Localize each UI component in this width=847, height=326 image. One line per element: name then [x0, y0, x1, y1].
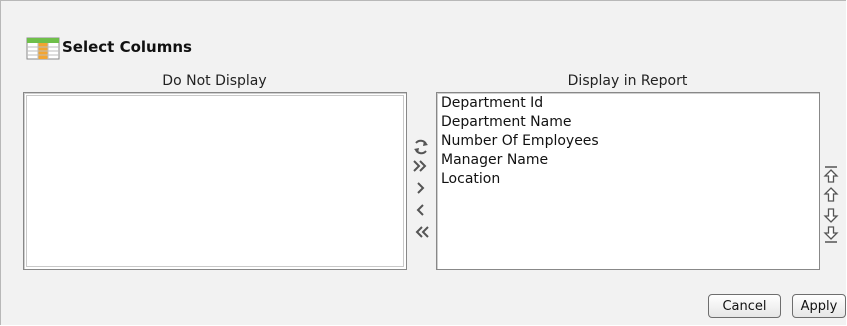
move-up-button[interactable] [821, 185, 841, 205]
move-all-left-icon [412, 224, 430, 240]
move-down-icon [823, 206, 839, 224]
list-item[interactable]: Number Of Employees [437, 132, 819, 151]
move-top-icon [823, 165, 839, 185]
dialog-title-text: Select Columns [62, 38, 192, 56]
list-item[interactable]: Manager Name [437, 151, 819, 170]
move-left-button[interactable] [411, 200, 431, 220]
move-down-button[interactable] [821, 205, 841, 225]
dialog-title: Select Columns [26, 33, 192, 61]
list-item[interactable]: Department Name [437, 113, 819, 132]
move-right-button[interactable] [411, 178, 431, 198]
reset-button[interactable] [411, 137, 431, 157]
list-item[interactable]: Department Id [437, 94, 819, 113]
apply-button[interactable]: Apply [792, 294, 846, 318]
list-item[interactable]: Location [437, 170, 819, 189]
reset-icon [412, 138, 430, 156]
move-up-icon [823, 186, 839, 204]
move-bottom-button[interactable] [821, 224, 841, 244]
move-all-right-icon [412, 158, 430, 174]
move-all-left-button[interactable] [411, 222, 431, 242]
table-columns-icon [26, 33, 60, 61]
display-in-report-list[interactable]: Department Id Department Name Number Of Em… [436, 92, 820, 270]
move-right-icon [412, 180, 430, 196]
do-not-display-list[interactable] [23, 92, 407, 270]
select-columns-dialog: Select Columns Do Not Display Display in… [0, 0, 846, 325]
move-all-right-button[interactable] [411, 156, 431, 176]
cancel-button[interactable]: Cancel [708, 294, 781, 318]
move-left-icon [412, 202, 430, 218]
do-not-display-label: Do Not Display [162, 73, 267, 89]
display-in-report-label: Display in Report [567, 73, 688, 89]
move-top-button[interactable] [821, 165, 841, 185]
move-bottom-icon [823, 224, 839, 244]
